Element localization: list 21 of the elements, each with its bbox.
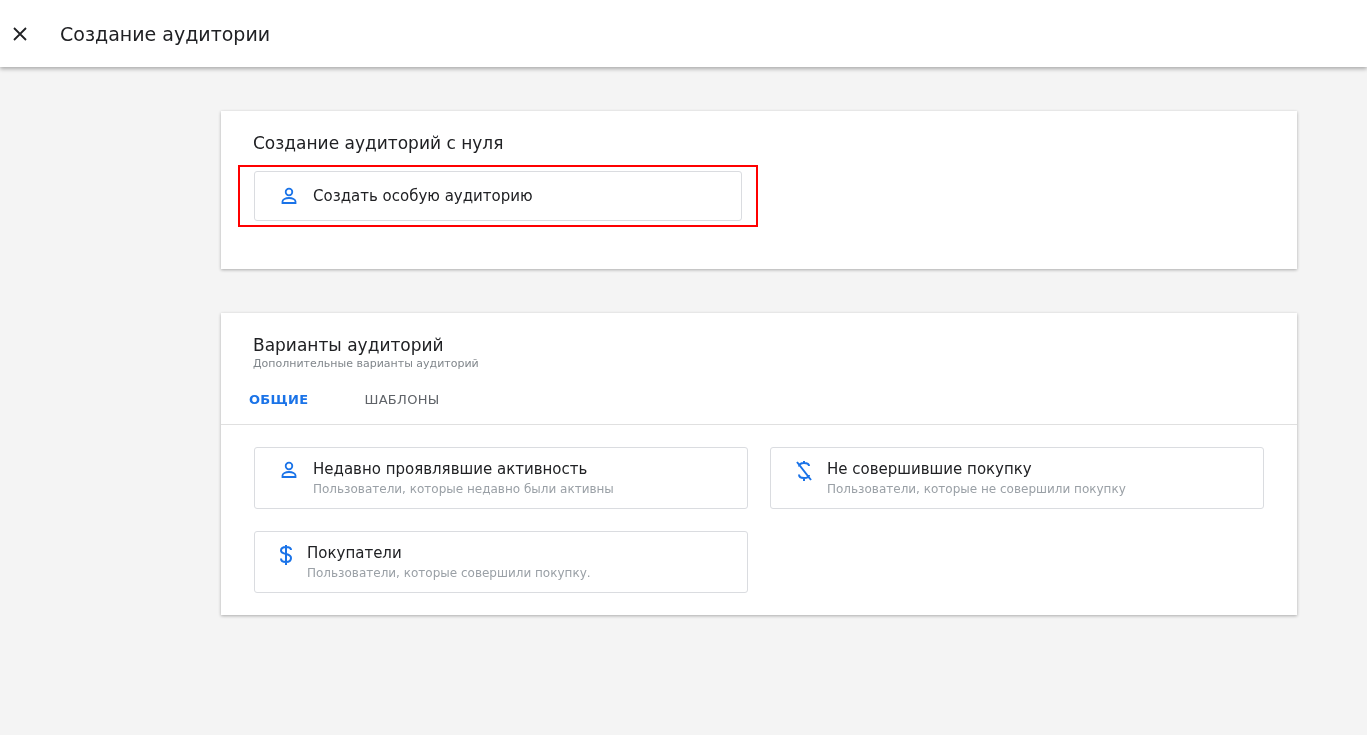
option-title: Недавно проявлявшие активность: [313, 460, 589, 478]
option-description: Пользователи, которые совершили покупку.: [307, 566, 591, 580]
tab[interactable]: ШАБЛОНЫ: [346, 382, 458, 424]
audience-option[interactable]: Не совершившие покупку Пользователи, которые не совершили покупку: [770, 447, 1264, 509]
option-title: Покупатели: [307, 544, 403, 562]
create-audience-button[interactable]: Создать особую аудиторию: [254, 171, 742, 221]
person-icon: [279, 460, 299, 480]
audience-option[interactable]: Покупатели Пользователи, которые совершили покупку.: [254, 531, 748, 593]
section-title: Варианты аудиторий: [253, 335, 445, 355]
option-title: Не совершившие покупку: [827, 460, 1033, 478]
option-description: Пользователи, которые недавно были активны: [313, 482, 614, 496]
section-subtitle: Дополнительные варианты аудиторий: [253, 357, 480, 370]
option-description: Пользователи, которые не совершили покупку: [827, 482, 1126, 496]
tab[interactable]: ОБЩИЕ: [231, 382, 327, 424]
person-icon: [279, 186, 299, 206]
dollar-icon: [279, 544, 293, 566]
page-title: Создание аудитории: [60, 22, 271, 45]
section-title: Создание аудиторий с нуля: [253, 133, 505, 153]
close-icon: [13, 26, 27, 41]
crossed-dollar-icon: [795, 460, 813, 482]
audience-option[interactable]: Недавно проявлявшие активность Пользователи, которые недавно были активны: [254, 447, 748, 509]
